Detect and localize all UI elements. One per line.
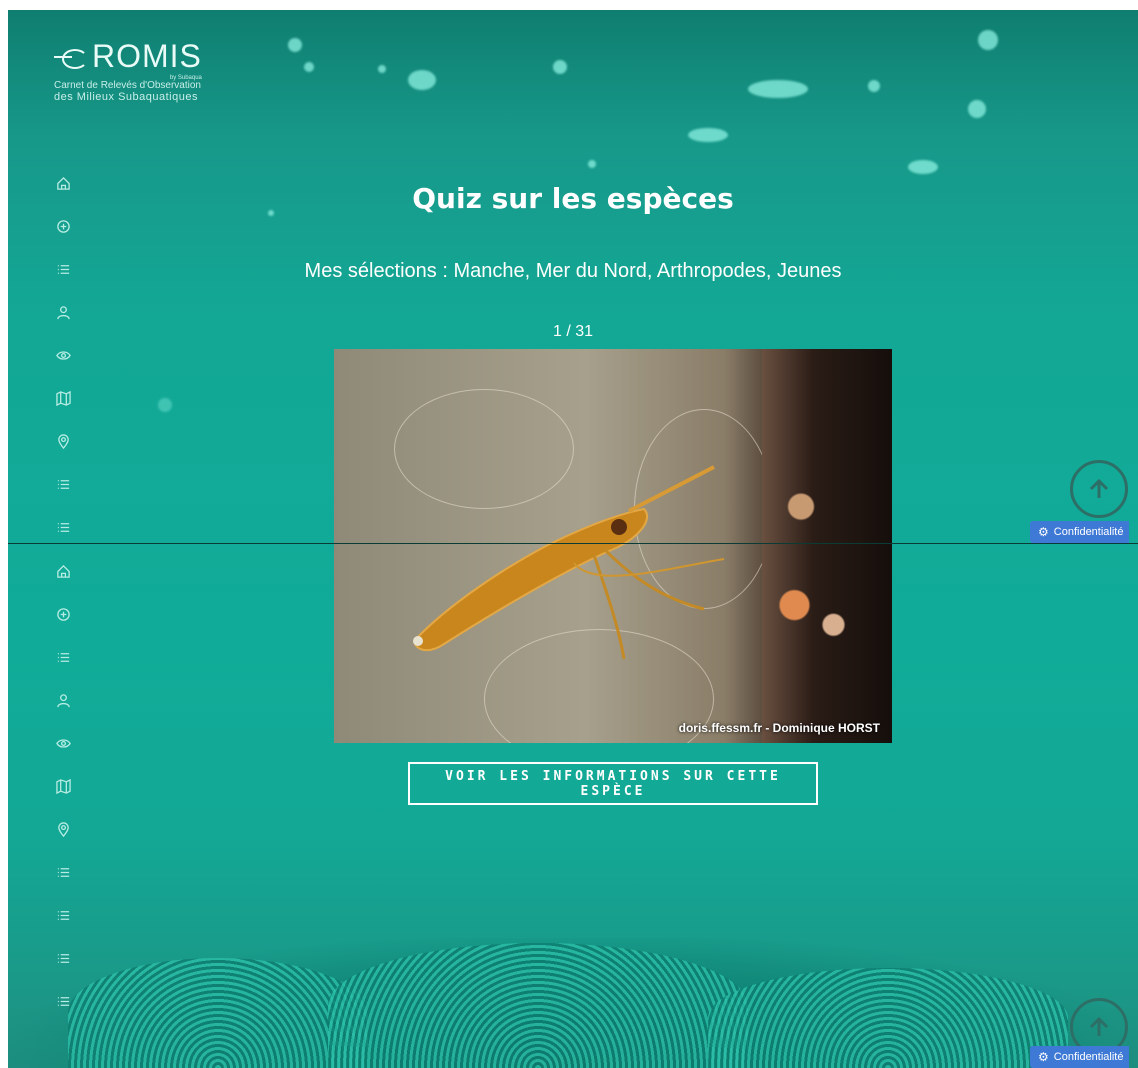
logo-brand: ROMIS <box>92 38 202 74</box>
bubble <box>868 80 880 92</box>
shrimp-image <box>412 465 725 660</box>
selections-text: Mes sélections : Manche, Mer du Nord, Ar… <box>304 260 842 282</box>
map-icon[interactable] <box>52 775 74 797</box>
arrow-up-icon <box>1089 1016 1109 1036</box>
add-circle-icon[interactable] <box>52 215 74 237</box>
bubble <box>158 398 172 412</box>
gear-icon: ⚙ <box>1038 1050 1049 1064</box>
list-icon[interactable] <box>52 473 74 495</box>
scroll-to-top-button[interactable] <box>1070 460 1128 518</box>
privacy-label: Confidentialité <box>1053 1051 1124 1063</box>
photo-credit: doris.ffessm.fr - Dominique HORST <box>678 721 880 735</box>
render-seam <box>8 543 1138 544</box>
logo-line-1: Carnet de Relevés d'Observation <box>54 80 201 91</box>
species-photo: doris.ffessm.fr - Dominique HORST <box>334 349 892 743</box>
fish-logo-icon <box>54 47 90 69</box>
user-icon[interactable] <box>52 689 74 711</box>
add-circle-icon[interactable] <box>52 603 74 625</box>
bubble <box>978 30 998 50</box>
map-icon[interactable] <box>52 387 74 409</box>
coral <box>708 968 1068 1068</box>
eye-icon[interactable] <box>52 732 74 754</box>
bubble <box>378 65 386 73</box>
list-icon[interactable] <box>52 861 74 883</box>
species-info-button[interactable]: VOIR LES INFORMATIONS SUR CETTE ESPÈCE <box>408 762 818 805</box>
list-icon[interactable] <box>52 990 74 1012</box>
bubble <box>553 60 567 74</box>
bubble <box>748 80 808 98</box>
quiz-page: ROMIS by Subaqua Carnet de Relevés d'Obs… <box>8 10 1138 1068</box>
coral <box>328 943 748 1068</box>
bubble <box>688 128 728 142</box>
sidebar-nav-bottom <box>52 560 74 1033</box>
gear-icon: ⚙ <box>1038 525 1049 539</box>
page-title: Quiz sur les espèces <box>412 182 734 215</box>
sidebar-nav-top <box>52 172 74 559</box>
cromis-logo[interactable]: ROMIS by Subaqua Carnet de Relevés d'Obs… <box>54 38 202 103</box>
bubble <box>908 160 938 174</box>
bubble <box>408 70 436 90</box>
location-pin-icon[interactable] <box>52 430 74 452</box>
privacy-label: Confidentialité <box>1053 526 1124 538</box>
logo-line-2: des Milieux Subaquatiques <box>54 91 198 103</box>
list-icon[interactable] <box>52 947 74 969</box>
home-icon[interactable] <box>52 560 74 582</box>
arrow-up-icon <box>1089 478 1109 498</box>
logo-wordmark: ROMIS <box>54 38 202 75</box>
list-icon[interactable] <box>52 646 74 668</box>
bubble <box>288 38 302 52</box>
eye-icon[interactable] <box>52 344 74 366</box>
list-icon[interactable] <box>52 516 74 538</box>
privacy-button[interactable]: ⚙ Confidentialité <box>1030 521 1130 543</box>
rock-surface <box>762 349 892 743</box>
question-counter: 1 / 31 <box>552 323 594 340</box>
bubble <box>968 100 986 118</box>
bubble <box>588 160 596 168</box>
privacy-button[interactable]: ⚙ Confidentialité <box>1030 1046 1130 1068</box>
coral <box>68 958 368 1068</box>
bubble <box>304 62 314 72</box>
user-icon[interactable] <box>52 301 74 323</box>
list-icon[interactable] <box>52 904 74 926</box>
location-pin-icon[interactable] <box>52 818 74 840</box>
